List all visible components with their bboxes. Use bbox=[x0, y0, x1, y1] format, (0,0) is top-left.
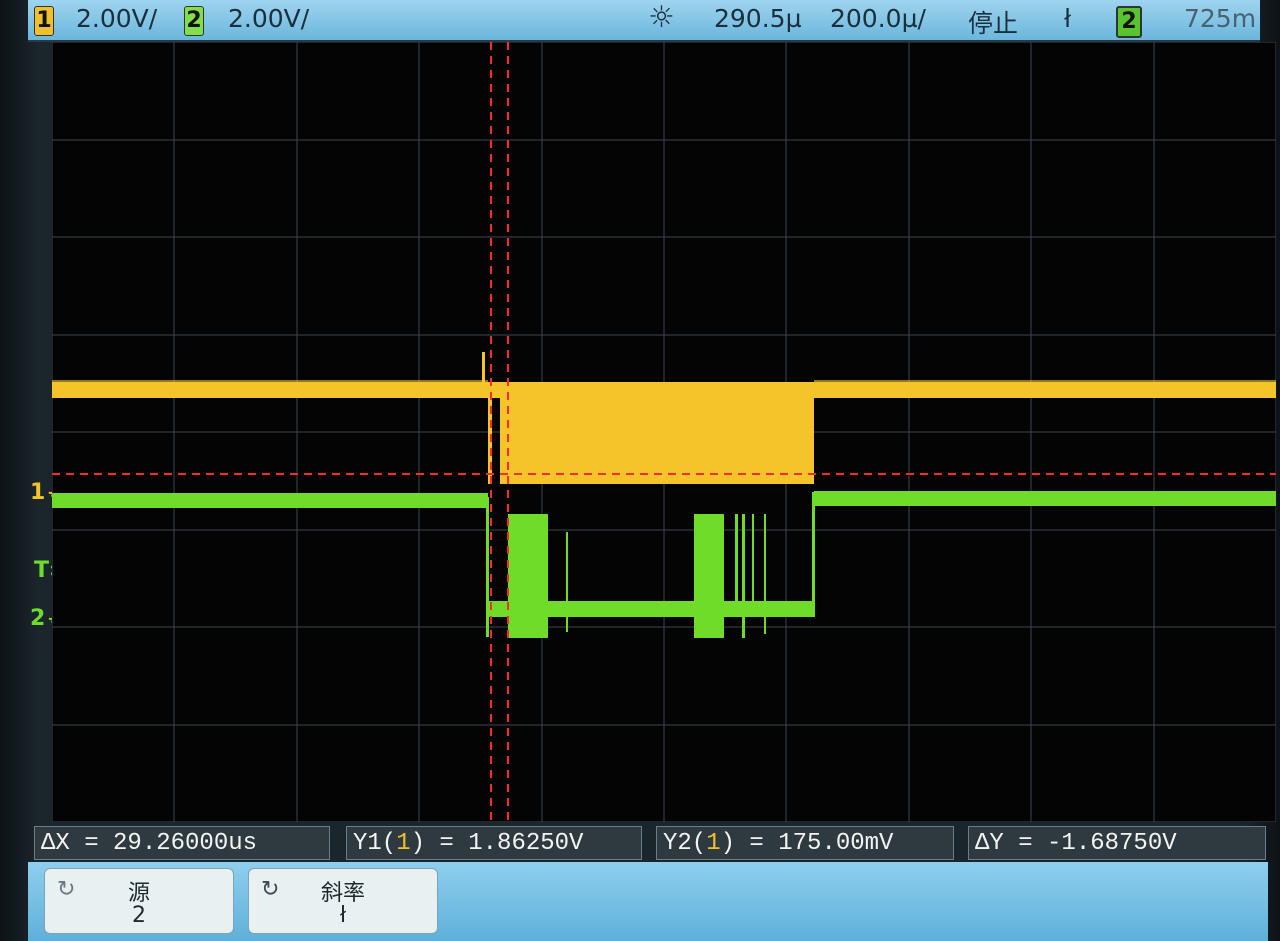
status-bar: 1 2.00V/ 2 2.00V/ ☼ 290.5µ 200.0µ/ 停止 ł … bbox=[28, 0, 1260, 42]
run-state[interactable]: 停止 bbox=[968, 4, 1018, 40]
source-value: 2 bbox=[132, 903, 146, 928]
y2-readout: Y2(1) = 175.00mV bbox=[656, 826, 954, 860]
time-scale[interactable]: 200.0µ/ bbox=[830, 4, 926, 33]
delta-x-readout: ΔX = 29.26000us bbox=[34, 826, 330, 860]
slope-value: ł bbox=[339, 903, 347, 928]
ch2-indicator[interactable]: 2 bbox=[184, 6, 204, 36]
trigger-source[interactable]: 2 bbox=[1116, 6, 1142, 38]
ch1-scale[interactable]: 2.00V/ bbox=[76, 4, 157, 33]
source-softkey[interactable]: ↻ 源 2 bbox=[44, 868, 234, 934]
trigger-level[interactable]: 725m bbox=[1184, 4, 1256, 33]
slope-softkey[interactable]: ↻ 斜率 ł bbox=[248, 868, 438, 934]
y1-readout: Y1(1) = 1.86250V bbox=[346, 826, 642, 860]
waveform-display[interactable] bbox=[52, 42, 1276, 822]
waveform-svg bbox=[52, 42, 1276, 822]
acquire-sun-icon: ☼ bbox=[648, 0, 675, 35]
trigger-edge-icon: ł bbox=[1064, 4, 1072, 33]
ch2-scale[interactable]: 2.00V/ bbox=[228, 4, 309, 33]
ch1-indicator[interactable]: 1 bbox=[34, 6, 54, 36]
time-delay[interactable]: 290.5µ bbox=[714, 4, 801, 33]
delta-y-readout: ΔY = -1.68750V bbox=[968, 826, 1266, 860]
